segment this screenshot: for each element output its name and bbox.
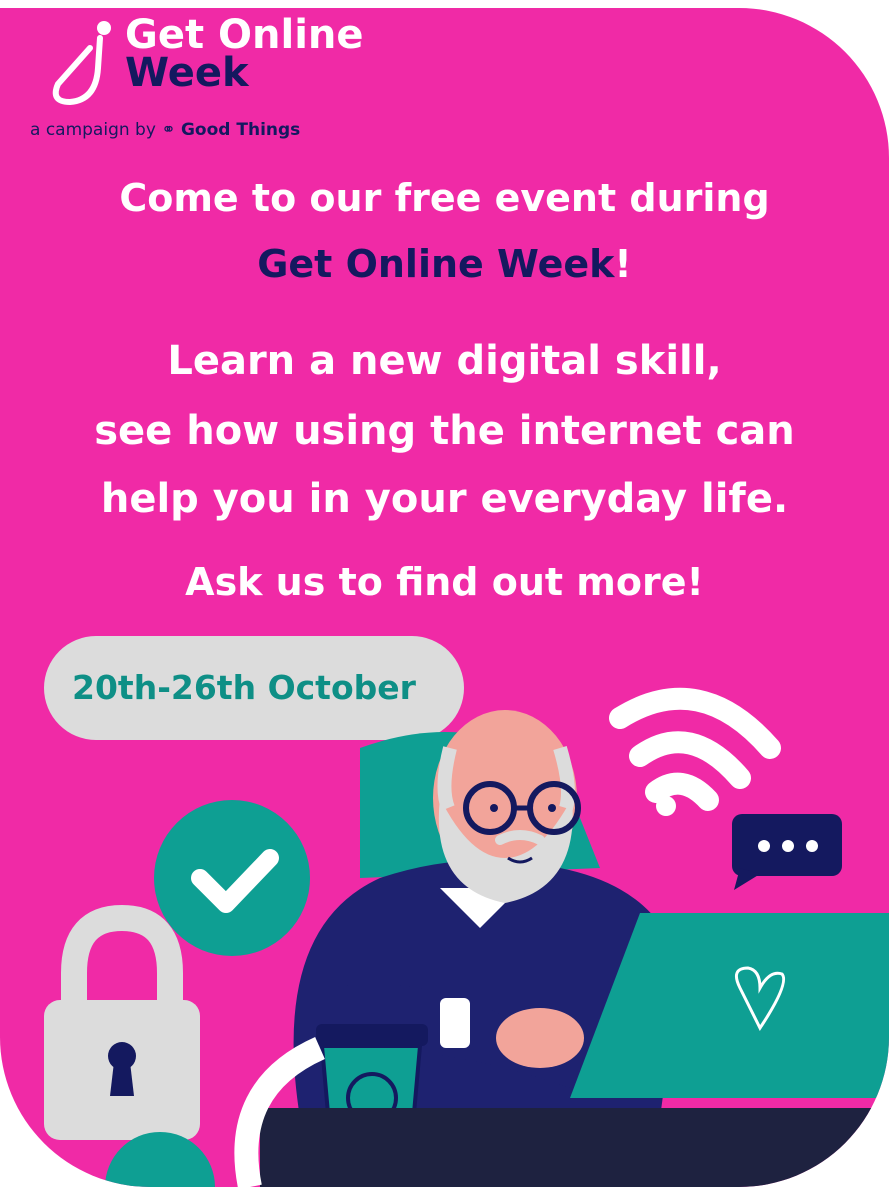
- wifi-icon: [609, 687, 781, 816]
- poster-card: Get Online Week a campaign by ⚭ Good Thi…: [0, 8, 889, 1187]
- padlock-icon: [44, 904, 200, 1140]
- chat-bubble-icon: [732, 814, 842, 890]
- illustration: [44, 687, 889, 1187]
- checkmark-icon: [154, 800, 310, 956]
